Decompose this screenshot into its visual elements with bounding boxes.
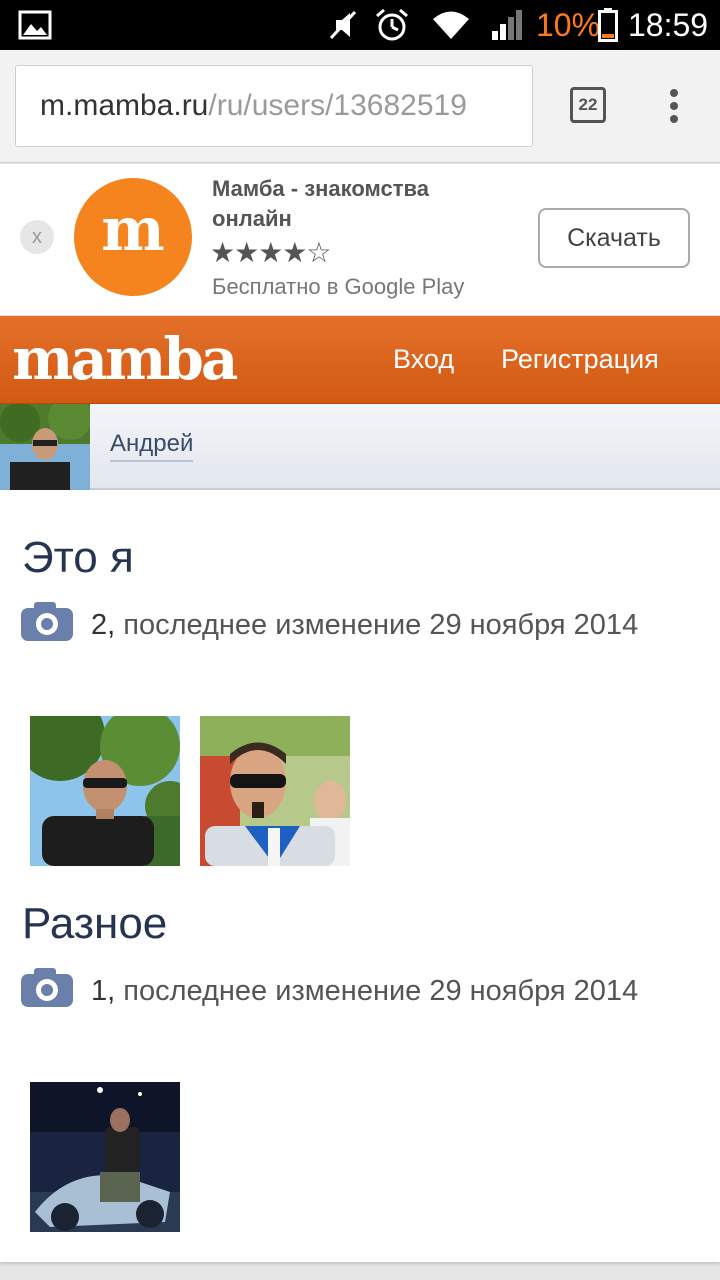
album-title[interactable]: Разное <box>22 898 167 950</box>
app-rating-stars: ★★★★☆ <box>210 236 332 270</box>
clock: 18:59 <box>628 7 709 43</box>
alarm-icon <box>376 8 408 41</box>
site-header: mamba Вход Регистрация <box>0 316 720 404</box>
user-strip: Андрей <box>0 404 720 490</box>
photo-count: 1, <box>91 975 116 1007</box>
app-install-banner: x m Мамба - знакомства онлайн ★★★★☆ Бесп… <box>0 164 720 316</box>
photo-thumbnail[interactable] <box>200 716 350 866</box>
vibrate-mute-icon <box>329 10 357 40</box>
app-logo-letter: m <box>101 195 165 265</box>
download-button[interactable]: Скачать <box>538 208 690 268</box>
tab-switcher-button[interactable]: 22 <box>570 87 606 123</box>
camera-icon <box>21 602 73 641</box>
gallery-notification-icon <box>18 10 52 40</box>
album-meta: 2, последнее изменение 29 ноября 2014 <box>91 606 691 645</box>
photo-count: 2, <box>91 609 116 641</box>
photo-thumbnail[interactable] <box>30 716 180 866</box>
app-title: Мамба - знакомства онлайн <box>212 176 429 231</box>
last-modified: последнее изменение 29 ноября 2014 <box>115 609 639 641</box>
status-bar: 10% 18:59 <box>0 0 720 50</box>
site-logo[interactable]: mamba <box>12 324 238 394</box>
browser-toolbar: m.mamba.ru/ru/users/13682519 22 <box>0 50 720 163</box>
app-store-note: Бесплатно в Google Play <box>212 274 465 299</box>
url-path: /ru/users/13682519 <box>208 89 467 122</box>
avatar[interactable] <box>0 404 90 490</box>
url-text: m.mamba.ru/ru/users/13682519 <box>40 87 467 125</box>
photo-thumbnail[interactable] <box>30 1082 180 1232</box>
rating-empty-star: ☆ <box>306 237 331 268</box>
camera-icon <box>21 968 73 1007</box>
rating-filled-stars: ★★★★ <box>210 237 307 268</box>
url-bar[interactable]: m.mamba.ru/ru/users/13682519 <box>15 65 533 147</box>
last-modified: последнее изменение 29 ноября 2014 <box>115 975 639 1007</box>
signal-icon <box>492 10 522 40</box>
album-meta: 1, последнее изменение 29 ноября 2014 <box>91 972 691 1011</box>
login-link[interactable]: Вход <box>393 341 454 377</box>
battery-percent: 10% <box>536 7 601 43</box>
albums-panel: Это я 2, последнее изменение 29 ноября 2… <box>0 490 720 1262</box>
user-name-link[interactable]: Андрей <box>110 428 194 462</box>
overflow-menu-icon[interactable] <box>660 85 690 127</box>
album-title[interactable]: Это я <box>22 532 134 584</box>
battery-icon <box>598 8 618 42</box>
register-link[interactable]: Регистрация <box>501 341 659 377</box>
url-host: m.mamba.ru <box>40 89 209 122</box>
banner-close-button[interactable]: x <box>20 220 54 254</box>
wifi-icon <box>433 11 469 39</box>
app-logo-icon: m <box>74 178 192 296</box>
